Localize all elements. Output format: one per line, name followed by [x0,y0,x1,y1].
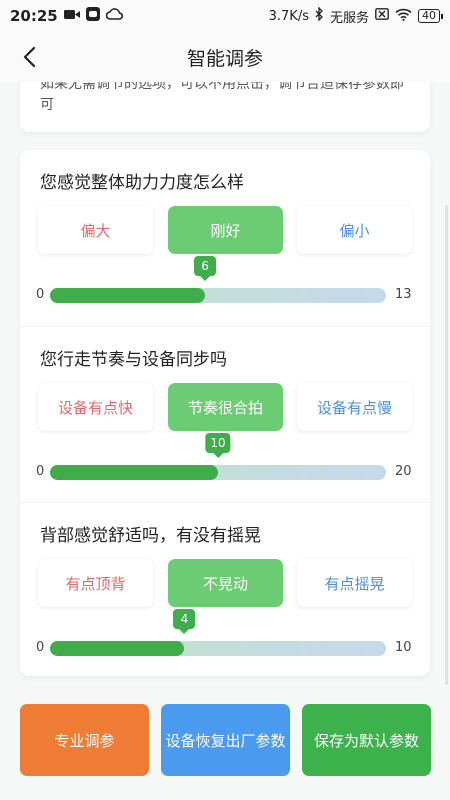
value-bubble: 10 [205,433,231,458]
status-right: 3.7K/s 无服务 40 [268,6,443,26]
range-min-label: 0 [36,640,45,655]
tip-card: 如果无需调节的选项，可以不用点击，调节合适保存参数即可 [20,82,430,132]
status-time: 20:25 [10,7,58,25]
wifi-icon [395,8,412,25]
tip-text: 如果无需调节的选项，可以不用点击，调节合适保存参数即可 [40,82,404,113]
factory-reset-button[interactable]: 设备恢复出厂参数 [161,704,290,776]
slider-fill [50,288,206,303]
status-bar: 20:25 3.7K/s 无服务 40 [0,0,450,32]
value-slider[interactable] [50,288,386,303]
question-section: 背部感觉舒适吗，有没有摇晃 有点顶背 不晃动 有点摇晃 4 0 10 [20,502,430,678]
option-button[interactable]: 设备有点慢 [297,383,412,431]
cloud-icon [105,8,123,24]
save-default-button[interactable]: 保存为默认参数 [302,704,431,776]
battery-icon: 40 [418,9,443,23]
range-min-label: 0 [36,287,45,302]
scrollbar[interactable] [445,205,448,685]
option-button[interactable]: 设备有点快 [38,383,153,431]
page-title: 智能调参 [186,47,263,70]
range-max-label: 10 [395,640,412,655]
app-notification-icon [85,7,100,25]
value-slider[interactable] [50,465,386,480]
option-button[interactable]: 偏小 [297,206,412,254]
questions-card: 您感觉整体助力力度怎么样 偏大 刚好 偏小 6 0 13 您行走节奏与设备同步吗… [20,150,430,676]
professional-tuning-button[interactable]: 专业调参 [20,704,149,776]
content-scroll-area[interactable]: 如果无需调节的选项，可以不用点击，调节合适保存参数即可 您感觉整体助力力度怎么样… [0,82,450,682]
question-section: 您行走节奏与设备同步吗 设备有点快 节奏很合拍 设备有点慢 10 0 20 [20,326,430,502]
footer-actions: 专业调参 设备恢复出厂参数 保存为默认参数 [0,690,450,800]
carrier-status: 无服务 [329,10,369,26]
question-title: 您行走节奏与设备同步吗 [40,350,227,370]
option-button-selected[interactable]: 节奏很合拍 [168,383,283,431]
range-max-label: 13 [395,287,412,302]
back-button[interactable] [14,42,44,72]
chevron-left-icon [23,46,36,68]
question-title: 背部感觉舒适吗，有没有摇晃 [40,526,261,546]
value-bubble: 6 [194,256,217,281]
video-camera-icon [63,8,80,24]
option-button-selected[interactable]: 不晃动 [168,559,283,607]
option-button[interactable]: 有点顶背 [38,559,153,607]
range-min-label: 0 [36,464,45,479]
option-button[interactable]: 偏大 [38,206,153,254]
slider-fill [50,465,218,480]
value-slider[interactable] [50,641,386,656]
no-sim-icon [375,8,389,24]
network-speed: 3.7K/s [268,8,309,24]
option-button[interactable]: 有点摇晃 [297,559,412,607]
value-bubble: 4 [173,609,196,634]
slider-fill [50,641,185,656]
question-section: 您感觉整体助力力度怎么样 偏大 刚好 偏小 6 0 13 [20,150,430,326]
bluetooth-icon [315,6,324,25]
question-title: 您感觉整体助力力度怎么样 [40,173,244,193]
range-max-label: 20 [395,464,412,479]
nav-header: 智能调参 [0,32,450,82]
option-button-selected[interactable]: 刚好 [168,206,283,254]
